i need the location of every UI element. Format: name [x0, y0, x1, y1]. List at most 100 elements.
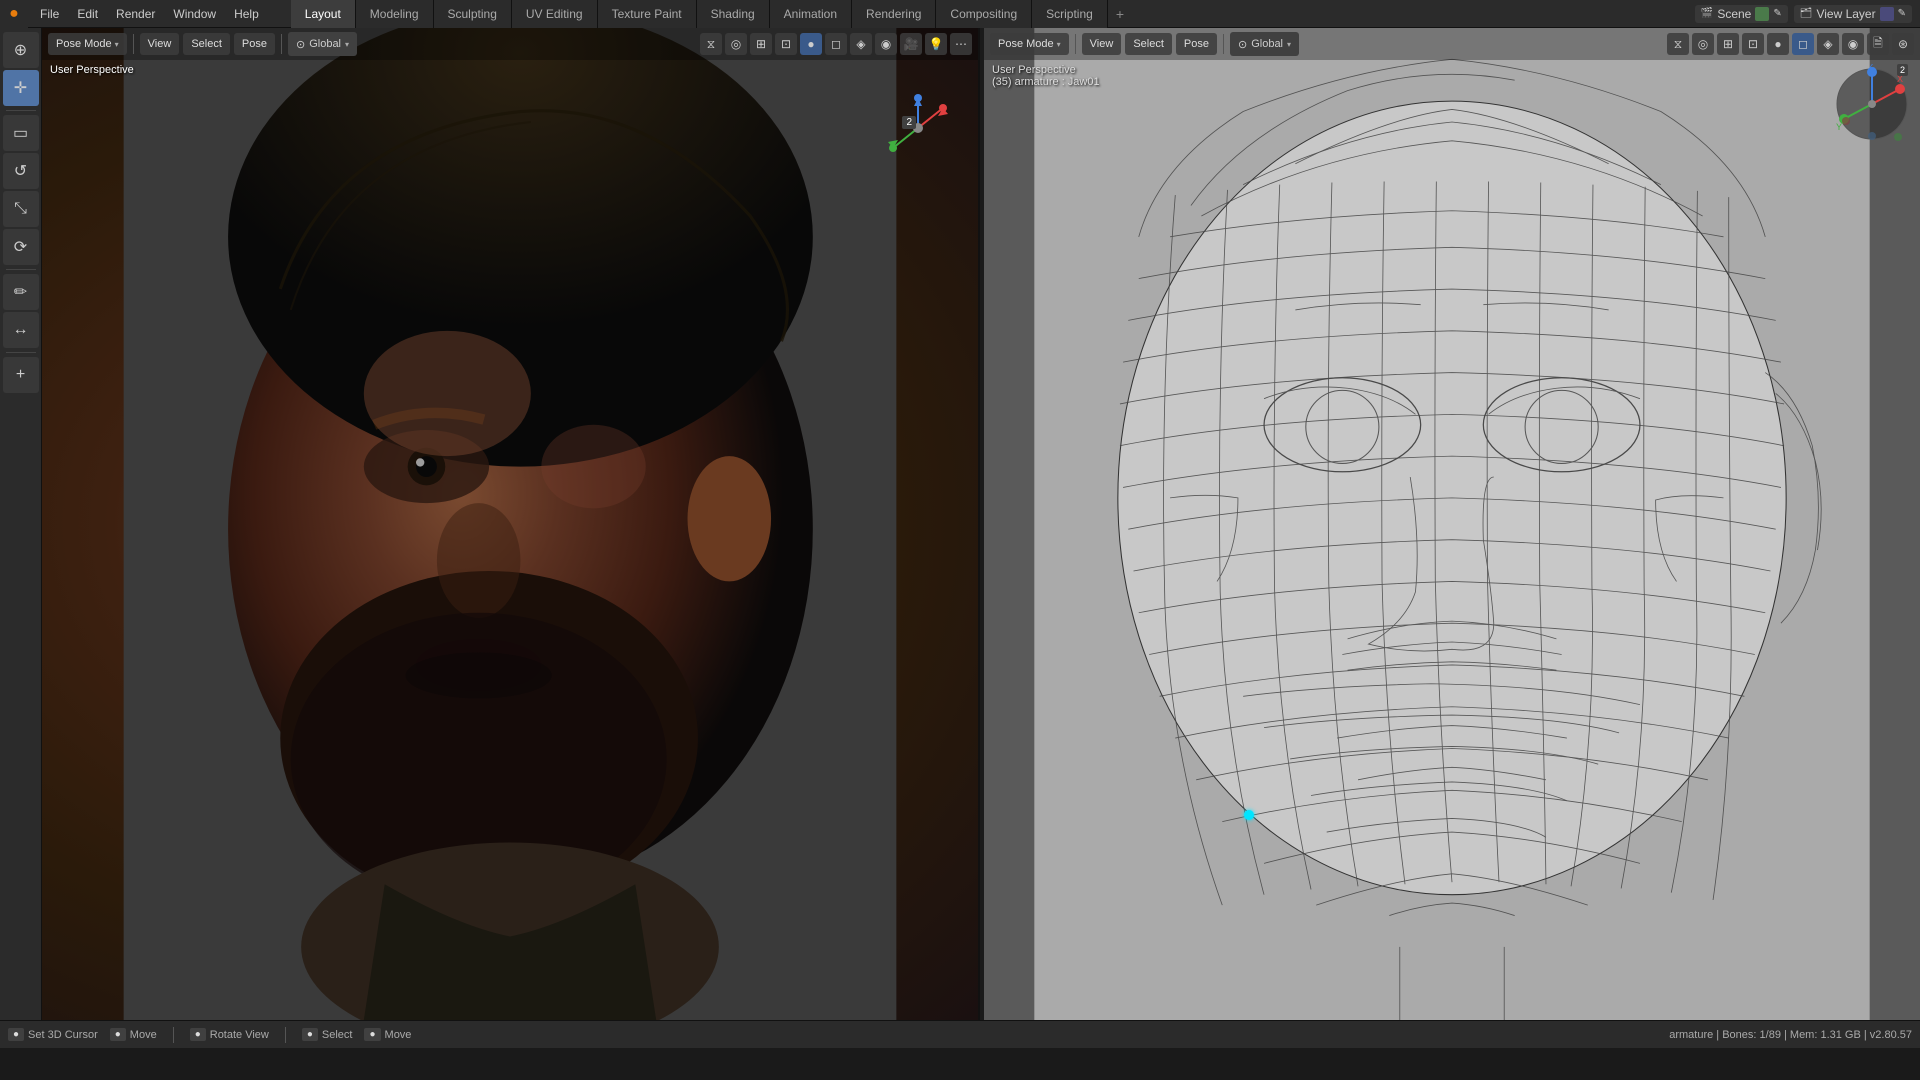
- viewport-right-header: Pose Mode ▾ View Select Pose ⊙ Global ▾ …: [984, 28, 1920, 60]
- menu-help[interactable]: Help: [226, 5, 267, 23]
- vp-right-mode-arrow: ▾: [1057, 40, 1061, 49]
- tool-separator-3: [6, 352, 36, 353]
- viewport-left[interactable]: Pose Mode ▾ View Select Pose ⊙ Global ▾ …: [42, 28, 980, 1020]
- vp-right-select[interactable]: Select: [1125, 33, 1172, 55]
- vp-right-mode-dropdown[interactable]: Pose Mode ▾: [990, 33, 1069, 55]
- view-layer-edit-icon: ✎: [1898, 8, 1906, 19]
- vp-left-sep2: [281, 34, 282, 54]
- add-workspace-button[interactable]: +: [1108, 0, 1132, 28]
- status-move2: ● Move: [364, 1028, 411, 1041]
- move2-label: Move: [385, 1029, 412, 1041]
- gizmo-num-badge: 2: [902, 116, 916, 129]
- face-render-left[interactable]: [42, 28, 978, 1020]
- tab-modeling[interactable]: Modeling: [356, 0, 434, 28]
- vp-right-shading-solid[interactable]: ●: [1767, 33, 1789, 55]
- view-layer-selector[interactable]: 🗂 View Layer ✎: [1794, 5, 1912, 23]
- status-cursor: ● Set 3D Cursor: [8, 1028, 98, 1041]
- tab-animation[interactable]: Animation: [770, 0, 852, 28]
- perspective-label-right: User Perspective: [992, 64, 1100, 76]
- vp-left-tool1[interactable]: ⊞: [750, 33, 772, 55]
- viewport-right[interactable]: Pose Mode ▾ View Select Pose ⊙ Global ▾ …: [984, 28, 1920, 1020]
- tool-scale[interactable]: ⤡: [3, 191, 39, 227]
- menu-file[interactable]: File: [32, 5, 67, 23]
- vp-left-proportional-icon[interactable]: ◎: [725, 33, 747, 55]
- orientation-label: Global: [309, 38, 341, 50]
- tool-annotate[interactable]: ✏: [3, 274, 39, 310]
- vp-left-orientation[interactable]: ⊙ Global ▾: [288, 32, 357, 56]
- vp-right-overlay[interactable]: 🗎: [1867, 33, 1889, 55]
- face-svg: [42, 28, 978, 1020]
- vp-right-sep2: [1223, 34, 1224, 54]
- vp-left-pose[interactable]: Pose: [234, 33, 275, 55]
- tool-rotate[interactable]: ↺: [3, 153, 39, 189]
- vp-left-shading-render[interactable]: ◉: [875, 33, 897, 55]
- tool-measure[interactable]: ↔: [3, 312, 39, 348]
- vp-left-shading-wire[interactable]: ◻: [825, 33, 847, 55]
- vp-right-shading-render[interactable]: ◉: [1842, 33, 1864, 55]
- menu-window[interactable]: Window: [165, 5, 224, 23]
- vp-left-camera[interactable]: 🎥: [900, 33, 922, 55]
- gizmo-svg: [878, 88, 958, 168]
- vp-right-xray[interactable]: ⊛: [1892, 33, 1914, 55]
- tool-select-box[interactable]: ▭: [3, 115, 39, 151]
- tab-rendering[interactable]: Rendering: [852, 0, 936, 28]
- vp-right-proportional[interactable]: ◎: [1692, 33, 1714, 55]
- mode-dropdown-arrow: ▾: [115, 40, 119, 49]
- vp-right-pose[interactable]: Pose: [1176, 33, 1217, 55]
- vp-right-tool1[interactable]: ⊞: [1717, 33, 1739, 55]
- vp-right-shading-material[interactable]: ◈: [1817, 33, 1839, 55]
- scene-color-swatch: [1755, 7, 1769, 21]
- status-bar: ● Set 3D Cursor ● Move ● Rotate View ● S…: [0, 1020, 1920, 1048]
- status-select: ● Select: [302, 1028, 353, 1041]
- tab-layout[interactable]: Layout: [291, 0, 356, 28]
- select-key: ●: [302, 1028, 318, 1041]
- cursor-key: ●: [8, 1028, 24, 1041]
- view-layer-icon: 🗂: [1800, 8, 1813, 19]
- vp-right-shading-wire[interactable]: ◻: [1792, 33, 1814, 55]
- vp-right-snap[interactable]: ⧖: [1667, 33, 1689, 55]
- tab-sculpting[interactable]: Sculpting: [434, 0, 512, 28]
- vp-right-view[interactable]: View: [1082, 33, 1122, 55]
- view-layer-color-swatch: [1880, 7, 1894, 21]
- status-info: armature | Bones: 1/89 | Mem: 1.31 GB | …: [1669, 1029, 1912, 1041]
- vp-left-mode-label: Pose Mode: [56, 38, 112, 50]
- svg-text:Y: Y: [1836, 122, 1842, 132]
- tool-add[interactable]: +: [3, 357, 39, 393]
- scene-label: Scene: [1717, 7, 1751, 21]
- vp-left-scene[interactable]: ⋯: [950, 33, 972, 55]
- svg-text:Z: Z: [1869, 64, 1875, 70]
- scene-selector[interactable]: 🎬 Scene ✎: [1695, 5, 1788, 23]
- vp-right-tool2[interactable]: ⊡: [1742, 33, 1764, 55]
- tool-cursor[interactable]: ⊕: [3, 32, 39, 68]
- main-area: ⊕ ✛ ▭ ↺ ⤡ ⟳ ✏ ↔ + Pose Mode ▾ View Selec…: [0, 28, 1920, 1020]
- top-menu-items: File Edit Render Window Help: [28, 5, 271, 23]
- vp-left-mode-dropdown[interactable]: Pose Mode ▾: [48, 33, 127, 55]
- tool-transform[interactable]: ⟳: [3, 229, 39, 265]
- vp-left-shading-solid[interactable]: ●: [800, 33, 822, 55]
- tab-uv-editing[interactable]: UV Editing: [512, 0, 598, 28]
- tab-shading[interactable]: Shading: [697, 0, 770, 28]
- bone-info: User Perspective (35) armature : Jaw01: [992, 64, 1100, 88]
- vp-left-tool2[interactable]: ⊡: [775, 33, 797, 55]
- menu-render[interactable]: Render: [108, 5, 163, 23]
- tab-texture-paint[interactable]: Texture Paint: [598, 0, 697, 28]
- move-key: ●: [110, 1028, 126, 1041]
- menu-edit[interactable]: Edit: [69, 5, 106, 23]
- view-layer-label: View Layer: [1816, 7, 1875, 21]
- tab-compositing[interactable]: Compositing: [936, 0, 1032, 28]
- gizmo-badge-right: 2: [1897, 64, 1908, 76]
- tab-scripting[interactable]: Scripting: [1032, 0, 1108, 28]
- vp-right-mode-label: Pose Mode: [998, 38, 1054, 50]
- tool-move[interactable]: ✛: [3, 70, 39, 106]
- vp-left-shading-material[interactable]: ◈: [850, 33, 872, 55]
- vp-left-light[interactable]: 💡: [925, 33, 947, 55]
- workspace-tabs: Layout Modeling Sculpting UV Editing Tex…: [291, 0, 1695, 28]
- nav-gizmo-right[interactable]: X Y Z 2: [1832, 64, 1912, 144]
- left-toolbar: ⊕ ✛ ▭ ↺ ⤡ ⟳ ✏ ↔ +: [0, 28, 42, 1020]
- vp-right-orientation[interactable]: ⊙ Global ▾: [1230, 32, 1299, 56]
- vp-left-view[interactable]: View: [140, 33, 180, 55]
- vp-left-select[interactable]: Select: [183, 33, 230, 55]
- rotate-label: Rotate View: [210, 1029, 269, 1041]
- vp-left-snap-icon[interactable]: ⧖: [700, 33, 722, 55]
- vp-right-orientation-arrow: ▾: [1287, 40, 1291, 49]
